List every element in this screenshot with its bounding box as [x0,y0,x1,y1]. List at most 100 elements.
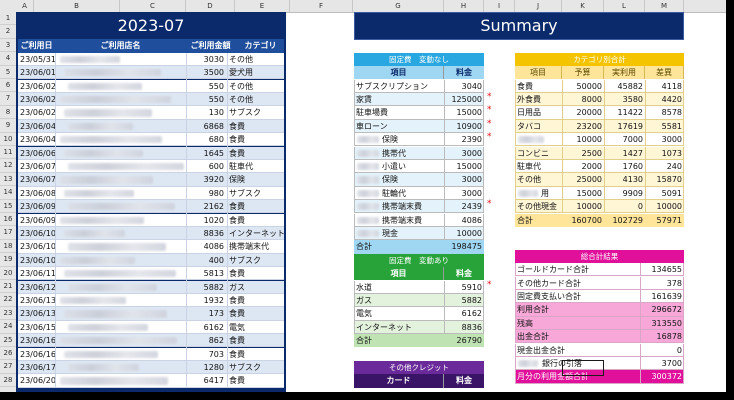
fixed-item-label: 家賃 [356,94,372,104]
category-diff: 240 [645,159,684,174]
category-diff: 5091 [645,186,684,201]
column-header-k: K [562,0,604,12]
shop-name-redacted [68,122,133,131]
row-header: 12 [0,159,16,173]
variable-item-value: 8836 [444,320,484,335]
ledger-date: 23/06/02 [20,81,55,91]
ledger-title: 2023-07 [117,16,185,35]
row-header: 3 [0,39,16,53]
ledger-amount: 1020 [203,215,224,225]
ledger-date: 23/06/06 [20,148,55,158]
ledger-category: サブスク [229,188,261,198]
shop-name-redacted [68,82,142,90]
row-header: 26 [0,347,16,361]
shop-name-redacted [60,216,144,224]
ledger-amount: 6162 [203,322,224,332]
ledger-header-1: ご利用店名 [100,41,141,51]
ledger-date: 23/06/10 [20,255,55,265]
label-redacted [357,162,379,171]
variable-title: 固定費 変動あり [354,253,484,268]
result-label: 現金出金合計 [517,345,565,355]
column-header-g: G [353,0,444,12]
row-header: 20 [0,267,16,280]
ledger-date: 23/06/13 [20,295,55,305]
ledger-date: 23/06/07 [20,175,55,185]
row-header: 14 [0,186,16,200]
variable-header-price: 料金 [444,267,484,281]
category-actual: 1427 [604,146,645,160]
fixed-total-value: 198475 [444,240,484,254]
label-redacted [357,216,379,224]
category-header-0: 項目 [515,66,562,80]
category-actual: 11422 [604,106,645,120]
category-budget: 8000 [562,92,604,107]
ledger-grid-line [55,52,56,388]
ledger-date: 23/06/17 [20,362,55,372]
ledger-category: 食費 [229,336,245,346]
column-header-l: L [604,0,645,12]
fixed-item-value: 2390 [444,133,484,147]
variable-item-value: 5910 [444,280,484,294]
column-header-a: A [16,0,34,12]
category-budget: 2500 [562,146,604,160]
ledger-amount: 680 [208,135,224,145]
shop-name-redacted [64,350,158,358]
category-label: 食費 [517,81,533,91]
ledger-date: 23/06/07 [20,161,55,171]
row-header: 13 [0,173,16,187]
category-actual: 9909 [604,186,645,201]
category-diff: 15870 [645,173,684,187]
shop-name-redacted [64,229,125,238]
ledger-date: 23/06/08 [20,188,55,198]
category-total_diff: 57971 [656,215,682,225]
row-header: 22 [0,293,16,307]
ledger-category: 食費 [229,135,245,145]
category-total_actual: 102729 [612,215,643,225]
ledger-category: サブスク [229,255,261,265]
category-diff: 10000 [645,200,684,214]
row-header: 17 [0,226,16,240]
category-budget: 23200 [562,119,604,134]
variable-item-label: インターネット [356,322,412,332]
row-header: 5 [0,66,16,79]
row-header: 25 [0,334,16,347]
result-label: 出金合計 [517,332,549,342]
variable-item-value: 6162 [444,307,484,321]
result-label: ゴールドカード合計 [517,265,589,275]
row-header: 4 [0,52,16,66]
ledger-amount: 4086 [203,242,224,252]
result-title: 総合計結果 [515,249,684,264]
spreadsheet[interactable]: ABCDEFGHIJKLM 1 2 3 4 5 6 7 8 9 10 11 12 13 14 15 16 17 1… [0,0,726,392]
ledger-date: 23/06/10 [20,242,55,252]
category-diff: 4420 [645,92,684,107]
ledger-amount: 6417 [203,376,224,386]
ledger-amount: 3920 [203,175,224,185]
fixed-header-price: 料金 [444,66,484,80]
label-redacted [518,359,538,368]
fixed-item-label: 保険 [382,175,398,185]
category-actual: 17619 [604,119,645,134]
category-total-label: 合計 [517,215,533,225]
row-header: 2 [0,25,16,39]
row-header: 16 [0,213,16,227]
ledger-category: 愛犬用 [229,68,253,78]
fixed-item-label: 携帯端末費 [382,215,422,225]
ledger-amount: 550 [208,81,224,91]
ledger-amount: 1645 [203,148,224,158]
category-actual: 7000 [604,133,645,147]
fixed-item-value: 15000 [444,106,484,120]
ledger-amount: 130 [208,108,224,118]
category-label [515,133,562,146]
result-value: 0 [640,343,684,357]
shop-name-redacted [64,270,176,278]
selected-cell[interactable] [562,360,604,376]
category-budget: 2000 [562,159,604,174]
result-value: 3700 [640,356,684,371]
row-header: 23 [0,307,16,321]
row-header: 19 [0,253,16,267]
shop-name-redacted [68,203,175,211]
column-header-i: I [484,0,515,12]
shop-name-redacted [64,109,152,117]
other_credit-header-item: カード [354,374,444,388]
category-budget: 15000 [562,186,604,201]
